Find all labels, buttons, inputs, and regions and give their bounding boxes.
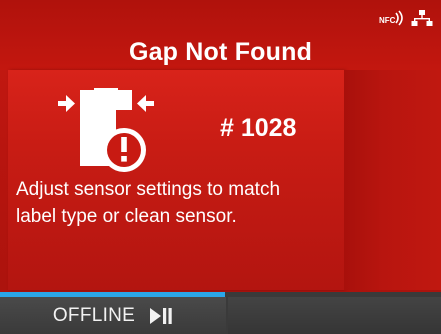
error-message-line-1: Adjust sensor settings to match bbox=[16, 179, 281, 200]
softkey-label: OFFLINE bbox=[52, 304, 136, 326]
title-bar: Gap Not Found bbox=[0, 30, 441, 74]
status-icons: NFC bbox=[379, 8, 433, 28]
page-title: Gap Not Found bbox=[128, 37, 313, 66]
right-softkey-button[interactable] bbox=[228, 297, 441, 334]
nfc-icon: NFC bbox=[379, 10, 405, 26]
svg-text:NFC: NFC bbox=[379, 16, 396, 25]
error-message: Adjust sensor settings to match label ty… bbox=[16, 176, 336, 230]
play-pause-icon bbox=[149, 307, 173, 325]
printer-display: NFC Gap Not Found # 1028 Adjust sensor s… bbox=[0, 0, 441, 334]
wired-network-icon bbox=[411, 9, 433, 27]
error-message-line-2: label type or clean sensor. bbox=[16, 206, 237, 227]
softkey-bar: OFFLINE bbox=[0, 292, 441, 334]
offline-softkey-button[interactable]: OFFLINE bbox=[0, 297, 226, 334]
error-code: # 1028 bbox=[220, 114, 297, 142]
sensor-gap-warning-icon bbox=[56, 88, 156, 178]
right-panel bbox=[344, 70, 441, 290]
